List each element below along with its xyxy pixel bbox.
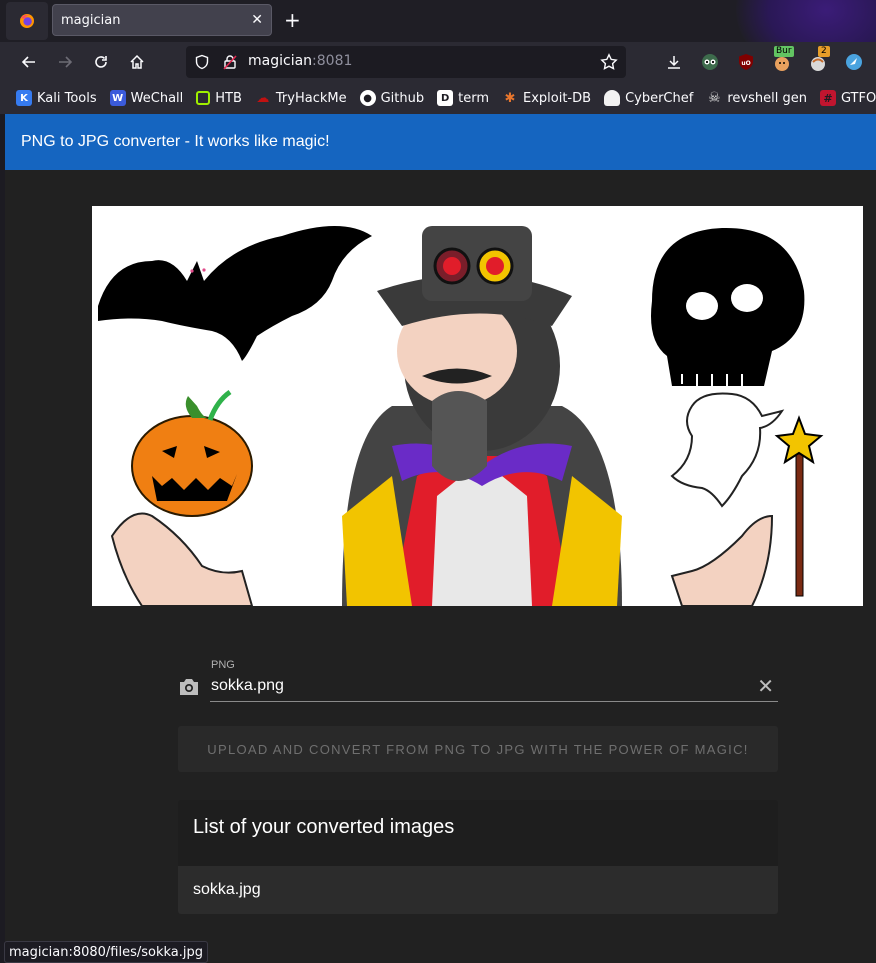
insecure-lock-icon[interactable] bbox=[222, 54, 238, 74]
bookmark-term[interactable]: D term bbox=[437, 90, 489, 106]
list-item[interactable]: sokka.jpg bbox=[178, 866, 778, 914]
forward-icon[interactable] bbox=[53, 50, 77, 74]
notification-badge: 2 bbox=[818, 46, 830, 57]
bookmark-label: WeChall bbox=[130, 90, 184, 106]
clear-icon[interactable]: ✕ bbox=[757, 676, 774, 696]
skull-illustration bbox=[651, 227, 805, 386]
bookmark-label: TryHackMe bbox=[275, 90, 347, 106]
dove-illustration bbox=[670, 392, 785, 508]
bookmark-revshell-gen[interactable]: ☠ revshell gen bbox=[706, 90, 807, 106]
file-input-label: PNG bbox=[211, 659, 235, 671]
bookmark-exploit-db[interactable]: ✱ Exploit-DB bbox=[502, 90, 592, 106]
bookmark-github[interactable]: ● Github bbox=[359, 90, 425, 106]
magician-illustration bbox=[92, 206, 863, 606]
shield-icon[interactable] bbox=[194, 54, 210, 74]
bookmarks-toolbar: K Kali Tools W WeChall HTB ☁ TryHackMe ●… bbox=[0, 82, 876, 114]
bookmark-label: GTFOBins bbox=[840, 90, 876, 106]
gtfobins-icon: # bbox=[819, 90, 836, 106]
new-tab-icon[interactable]: + bbox=[284, 8, 301, 32]
tryhackme-icon: ☁ bbox=[256, 90, 270, 106]
bookmark-wechall[interactable]: W WeChall bbox=[109, 90, 184, 106]
ublock-origin-icon[interactable]: uO bbox=[734, 50, 758, 74]
bookmark-label: term bbox=[458, 90, 489, 106]
close-tab-icon[interactable]: ✕ bbox=[251, 12, 263, 28]
extension-goggles-icon[interactable] bbox=[698, 50, 722, 74]
htb-icon bbox=[196, 91, 211, 105]
list-title: List of your converted images bbox=[193, 816, 455, 838]
tab-magician[interactable]: magician ✕ bbox=[52, 4, 272, 36]
navigation-toolbar: magician:8081 uO Bur 2 bbox=[0, 42, 876, 82]
bookmark-htb[interactable]: HTB bbox=[196, 91, 242, 106]
tab-bar: magician ✕ + bbox=[0, 0, 876, 42]
status-bar: magician:8080/files/sokka.jpg bbox=[4, 941, 209, 963]
file-input-value[interactable]: sokka.png bbox=[211, 677, 284, 695]
pumpkin-illustration bbox=[131, 389, 253, 517]
home-icon[interactable] bbox=[125, 50, 149, 74]
firefox-view-button[interactable] bbox=[6, 2, 48, 40]
convert-button-label: UPLOAD AND CONVERT FROM PNG TO JPG WITH … bbox=[207, 741, 749, 757]
input-underline bbox=[210, 701, 778, 702]
url-bar[interactable]: magician:8081 bbox=[186, 46, 626, 78]
back-icon[interactable] bbox=[17, 50, 41, 74]
bookmark-gtfobins[interactable]: # GTFOBins bbox=[819, 90, 876, 106]
convert-button[interactable]: UPLOAD AND CONVERT FROM PNG TO JPG WITH … bbox=[178, 726, 778, 772]
github-icon: ● bbox=[359, 90, 376, 106]
skull-icon: ☠ bbox=[708, 90, 721, 106]
bookmark-star-icon[interactable] bbox=[600, 53, 618, 75]
wechall-icon: W bbox=[109, 90, 126, 106]
png-file-input[interactable]: PNG sokka.png ✕ bbox=[178, 654, 778, 704]
theme-decoration bbox=[736, 0, 876, 42]
url-host: magician bbox=[248, 53, 313, 69]
page-content: PNG to JPG converter - It works like mag… bbox=[5, 114, 876, 963]
cyberchef-icon bbox=[604, 90, 621, 106]
bookmark-label: Github bbox=[380, 90, 425, 106]
bookmark-label: Kali Tools bbox=[37, 90, 97, 106]
foxyproxy-icon[interactable]: 2 bbox=[806, 46, 830, 74]
downloads-icon[interactable] bbox=[662, 50, 686, 74]
bookmark-kali-tools[interactable]: K Kali Tools bbox=[16, 90, 97, 106]
magician-illustration-figure bbox=[342, 226, 622, 606]
bookmark-label: Exploit-DB bbox=[523, 90, 592, 106]
bookmark-label: CyberChef bbox=[625, 90, 694, 106]
page-title: PNG to JPG converter - It works like mag… bbox=[21, 133, 330, 150]
tab-title: magician bbox=[61, 12, 121, 28]
burp-extension-icon[interactable]: Bur bbox=[770, 46, 794, 74]
url-text[interactable]: magician:8081 bbox=[248, 53, 352, 69]
firefox-icon bbox=[20, 14, 34, 28]
list-item-link[interactable]: sokka.jpg bbox=[193, 881, 261, 899]
status-url: magician:8080/files/sokka.jpg bbox=[9, 944, 204, 960]
burp-badge: Bur bbox=[774, 46, 794, 57]
bookmark-label: HTB bbox=[215, 90, 242, 106]
term-icon: D bbox=[437, 90, 454, 106]
app-bar: PNG to JPG converter - It works like mag… bbox=[5, 114, 876, 170]
exploitdb-icon: ✱ bbox=[504, 90, 516, 106]
bookmark-cyberchef[interactable]: CyberChef bbox=[604, 90, 693, 106]
wappalyzer-icon[interactable] bbox=[842, 50, 866, 74]
svg-text:uO: uO bbox=[741, 60, 750, 67]
kali-icon: K bbox=[16, 90, 32, 106]
converted-images-card: List of your converted images sokka.jpg bbox=[178, 800, 778, 914]
bookmark-label: revshell gen bbox=[727, 90, 807, 106]
url-port: :8081 bbox=[312, 53, 353, 69]
wand-illustration bbox=[774, 415, 824, 597]
reload-icon[interactable] bbox=[89, 50, 113, 74]
camera-icon[interactable] bbox=[178, 677, 200, 701]
bat-illustration bbox=[98, 226, 372, 361]
bookmark-tryhackme[interactable]: ☁ TryHackMe bbox=[255, 90, 347, 106]
